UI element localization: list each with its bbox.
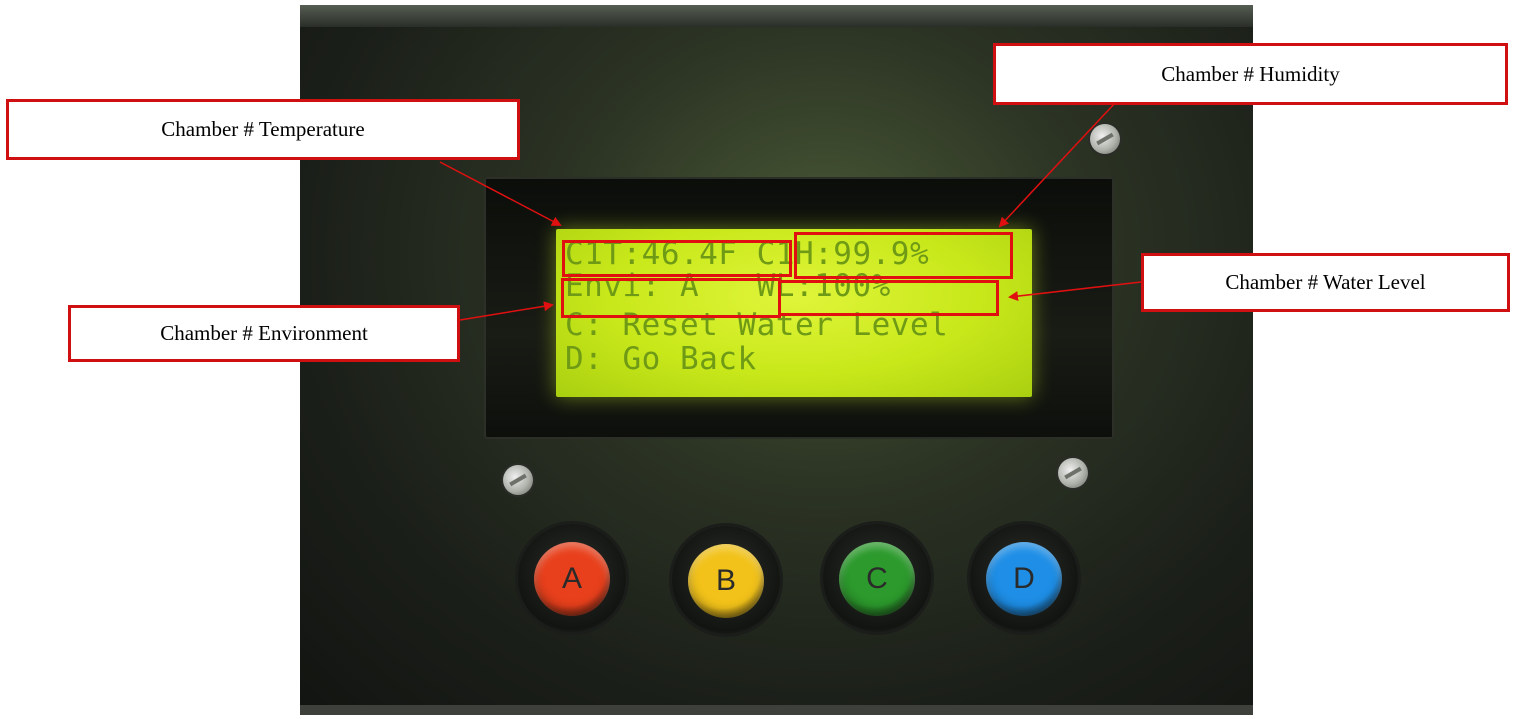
- lcd-line-4: D: Go Back: [565, 341, 757, 377]
- humidity-highlight: [794, 232, 1013, 279]
- button-c-bezel: C: [823, 524, 931, 632]
- panel-top-edge: [300, 5, 1253, 27]
- screw-icon: [503, 465, 533, 495]
- water-level-highlight: [778, 280, 999, 316]
- environment-highlight: [561, 278, 781, 318]
- button-b-bezel: B: [672, 526, 780, 634]
- button-a-bezel: A: [518, 524, 626, 632]
- callout-humidity: Chamber # Humidity: [993, 43, 1508, 105]
- temperature-highlight: [562, 240, 792, 277]
- panel-bottom-edge: [300, 705, 1253, 715]
- button-d[interactable]: D: [986, 542, 1062, 616]
- callout-environment: Chamber # Environment: [68, 305, 460, 362]
- button-b[interactable]: B: [688, 544, 764, 618]
- button-d-bezel: D: [970, 524, 1078, 632]
- button-a[interactable]: A: [534, 542, 610, 616]
- callout-water-level: Chamber # Water Level: [1141, 253, 1510, 312]
- screw-icon: [1058, 458, 1088, 488]
- button-c[interactable]: C: [839, 542, 915, 616]
- screw-icon: [1090, 124, 1120, 154]
- annotated-figure: C1T:46.4F C1H:99.9% Envi: A WL:100% C: R…: [0, 0, 1518, 719]
- callout-temperature: Chamber # Temperature: [6, 99, 520, 160]
